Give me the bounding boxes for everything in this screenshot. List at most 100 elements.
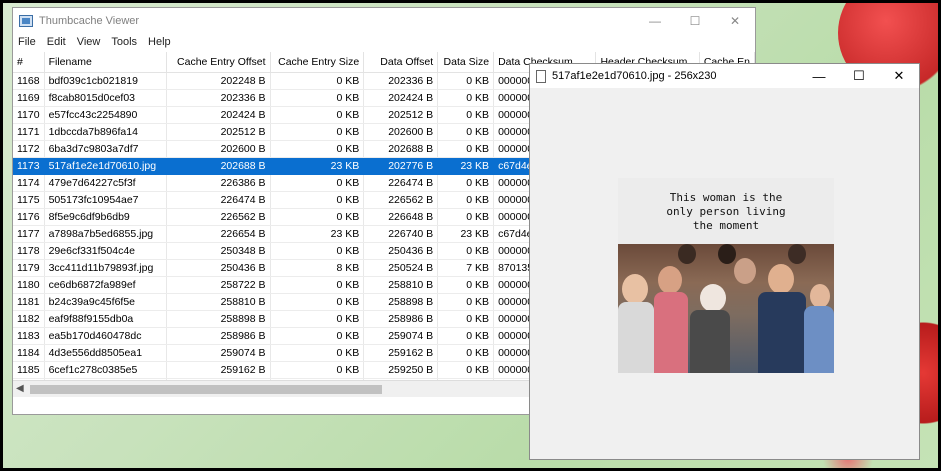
cell-filename: a7898a7b5ed6855.jpg [44, 225, 168, 243]
cell-cache-entry-size: 0 KB [270, 242, 365, 260]
cell-index: 1170 [13, 106, 45, 124]
menu-help[interactable]: Help [148, 36, 171, 48]
cell-data-size: 0 KB [437, 276, 495, 294]
caption-line: the moment [692, 219, 760, 232]
cell-cache-entry-size: 0 KB [270, 276, 365, 294]
cell-data-size: 0 KB [437, 89, 495, 107]
cell-data-size: 7 KB [437, 259, 495, 277]
cell-data-size: 0 KB [437, 327, 495, 345]
cell-cache-entry-offset: 259162 B [166, 361, 271, 379]
preview-titlebar[interactable]: 517af1e2e1d70610.jpg - 256x230 — ☐ ✕ [530, 64, 919, 88]
cell-cache-entry-offset: 259074 B [166, 344, 271, 362]
col-header-index[interactable]: # [13, 52, 45, 73]
cell-data-offset: 202688 B [363, 140, 439, 158]
col-header-data-offset[interactable]: Data Offset [363, 52, 439, 73]
cell-cache-entry-size: 0 KB [270, 208, 365, 226]
menubar: File Edit View Tools Help [13, 33, 755, 51]
cell-data-offset: 259074 B [363, 327, 439, 345]
cell-cache-entry-offset: 258810 B [166, 293, 271, 311]
cell-index: 1181 [13, 293, 45, 311]
cell-index: 1171 [13, 123, 45, 141]
cell-data-offset: 202512 B [363, 106, 439, 124]
cell-filename: f8cab8015d0cef03 [44, 89, 168, 107]
cell-cache-entry-offset: 202248 B [166, 72, 271, 90]
cell-index: 1174 [13, 174, 45, 192]
cell-data-offset: 258986 B [363, 310, 439, 328]
cell-cache-entry-size: 0 KB [270, 140, 365, 158]
menu-view[interactable]: View [77, 36, 101, 48]
cell-data-offset: 226474 B [363, 174, 439, 192]
cell-data-offset: 258898 B [363, 293, 439, 311]
close-icon: ✕ [893, 68, 905, 83]
menu-tools[interactable]: Tools [111, 36, 137, 48]
cell-data-offset: 202776 B [363, 157, 439, 175]
preview-close-button[interactable]: ✕ [879, 64, 919, 88]
cell-cache-entry-offset: 258722 B [166, 276, 271, 294]
scroll-left-icon[interactable]: ◀ [16, 383, 24, 394]
maximize-icon: ☐ [689, 13, 701, 28]
cell-cache-entry-size: 0 KB [270, 344, 365, 362]
cell-data-size: 0 KB [437, 310, 495, 328]
minimize-button[interactable]: — [635, 8, 675, 33]
cell-filename: 3cc411d11b79893f.jpg [44, 259, 168, 277]
scrollbar-thumb[interactable] [30, 385, 382, 394]
cell-filename: 517af1e2e1d70610.jpg [44, 157, 168, 175]
cell-index: 1183 [13, 327, 45, 345]
preview-minimize-button[interactable]: — [799, 64, 839, 88]
cell-data-size: 0 KB [437, 208, 495, 226]
cell-data-size: 0 KB [437, 72, 495, 90]
cell-cache-entry-size: 0 KB [270, 72, 365, 90]
cell-data-offset: 226562 B [363, 191, 439, 209]
cell-data-offset: 202600 B [363, 123, 439, 141]
cell-cache-entry-size: 0 KB [270, 361, 365, 379]
menu-file[interactable]: File [18, 36, 36, 48]
caption-line: This woman is the [669, 191, 783, 204]
cell-index: 1173 [13, 157, 45, 175]
menu-edit[interactable]: Edit [47, 36, 66, 48]
file-icon [536, 69, 546, 83]
cell-cache-entry-size: 0 KB [270, 327, 365, 345]
cell-index: 1184 [13, 344, 45, 362]
cell-cache-entry-size: 0 KB [270, 123, 365, 141]
cell-filename: 4d3e556dd8505ea1 [44, 344, 168, 362]
cell-index: 1176 [13, 208, 45, 226]
cell-index: 1182 [13, 310, 45, 328]
cell-cache-entry-size: 0 KB [270, 310, 365, 328]
minimize-icon: — [812, 68, 826, 84]
maximize-button[interactable]: ☐ [675, 8, 715, 33]
window-title: Thumbcache Viewer [39, 14, 140, 27]
minimize-icon: — [649, 13, 661, 28]
cell-data-offset: 202424 B [363, 89, 439, 107]
cell-filename: ea5b170d460478dc [44, 327, 168, 345]
cell-cache-entry-offset: 202688 B [166, 157, 271, 175]
cell-filename: e57fcc43c2254890 [44, 106, 168, 124]
cell-cache-entry-size: 8 KB [270, 259, 365, 277]
col-header-filename[interactable]: Filename [44, 52, 168, 73]
cell-filename: 1dbccda7b896fa14 [44, 123, 168, 141]
cell-data-size: 23 KB [437, 225, 495, 243]
cell-index: 1172 [13, 140, 45, 158]
cell-index: 1178 [13, 242, 45, 260]
cell-cache-entry-size: 0 KB [270, 191, 365, 209]
cell-cache-entry-offset: 250436 B [166, 259, 271, 277]
main-titlebar[interactable]: Thumbcache Viewer — ☐ ✕ [13, 8, 755, 33]
cell-cache-entry-offset: 226386 B [166, 174, 271, 192]
cell-data-offset: 259162 B [363, 344, 439, 362]
cell-data-size: 0 KB [437, 361, 495, 379]
meme-caption: This woman is the only person living the… [618, 178, 834, 244]
cell-cache-entry-offset: 250348 B [166, 242, 271, 260]
cell-filename: bdf039c1cb021819 [44, 72, 168, 90]
cell-data-offset: 226740 B [363, 225, 439, 243]
close-button[interactable]: ✕ [715, 8, 755, 33]
cell-cache-entry-offset: 258986 B [166, 327, 271, 345]
col-header-cache-entry-size[interactable]: Cache Entry Size [270, 52, 365, 73]
preview-maximize-button[interactable]: ☐ [839, 64, 879, 88]
cell-index: 1175 [13, 191, 45, 209]
cell-index: 1169 [13, 89, 45, 107]
cell-index: 1168 [13, 72, 45, 90]
cell-index: 1180 [13, 276, 45, 294]
cell-data-offset: 250524 B [363, 259, 439, 277]
col-header-cache-entry-offset[interactable]: Cache Entry Offset [166, 52, 271, 73]
cell-data-size: 0 KB [437, 293, 495, 311]
col-header-data-size[interactable]: Data Size [437, 52, 495, 73]
